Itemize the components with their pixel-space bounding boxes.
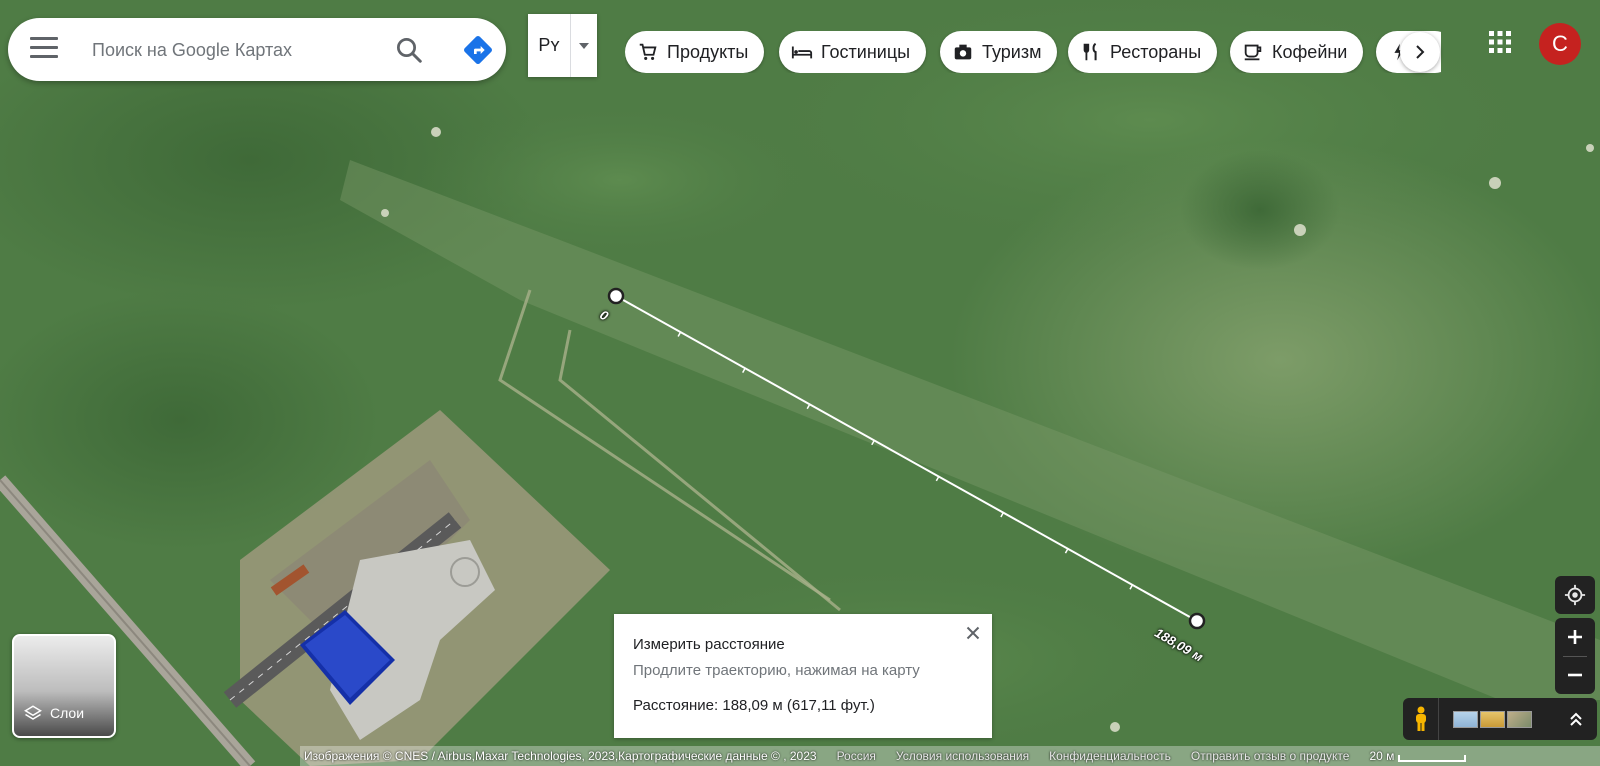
rock-spot (381, 209, 389, 217)
measure-hint: Продлите траекторию, нажимая на карту (633, 662, 920, 679)
pegman-button[interactable] (1403, 698, 1439, 740)
input-tool-button[interactable]: Рʏ (528, 14, 597, 77)
my-location-button[interactable] (1555, 576, 1595, 614)
cart-icon (639, 43, 657, 60)
imagery-strip (1403, 698, 1597, 740)
footer-link-feedback[interactable]: Отправить отзыв о продукте (1191, 749, 1350, 763)
close-icon[interactable] (962, 622, 984, 644)
measure-end-point[interactable] (1188, 612, 1206, 630)
rock-spot (1586, 144, 1594, 152)
coffee-cup-icon (1244, 44, 1262, 61)
chevron-right-icon (1416, 45, 1425, 59)
chip-label: Продукты (667, 41, 749, 62)
imagery-attribution: Изображения © CNES / Airbus,Maxar Techno… (304, 749, 817, 763)
footer-link-region[interactable]: Россия (837, 749, 876, 763)
layers-label-row: Слои (24, 704, 84, 722)
layers-button[interactable]: Слои (12, 634, 116, 738)
search-input[interactable] (92, 28, 382, 72)
plus-icon (1568, 630, 1582, 644)
search-icon[interactable] (394, 35, 424, 65)
chip-restaurants[interactable]: Рестораны (1068, 31, 1218, 73)
minus-icon (1568, 673, 1582, 677)
layers-label: Слои (50, 705, 85, 721)
directions-icon[interactable] (462, 34, 494, 66)
zoom-out-button[interactable] (1555, 656, 1595, 694)
menu-icon[interactable] (30, 37, 58, 63)
cutlery-icon (1083, 42, 1097, 61)
chip-label: Туризм (982, 41, 1042, 62)
footer-link-terms[interactable]: Условия использования (896, 749, 1029, 763)
my-location-icon (1564, 584, 1586, 606)
category-chips: Продукты Гостиницы Туризм Рестораны Кофе… (625, 31, 1441, 73)
tree-cluster (1180, 150, 1340, 270)
expand-up-icon[interactable] (1569, 711, 1583, 727)
bed-icon (791, 46, 813, 59)
imagery-thumb-3[interactable] (1507, 710, 1532, 728)
pegman-icon (1415, 706, 1426, 731)
chip-tourism[interactable]: Туризм (940, 31, 1058, 73)
chip-label: Рестораны (1110, 41, 1202, 62)
measure-distance-panel: Измерить расстояние Продлите траекторию,… (614, 614, 992, 738)
map-footer: Изображения © CNES / Airbus,Maxar Techno… (300, 746, 1600, 766)
zoom-controls (1555, 618, 1595, 694)
scale-bar (1398, 754, 1467, 762)
search-box (8, 18, 506, 81)
chip-hotels[interactable]: Гостиницы (779, 31, 927, 73)
imagery-thumb-1[interactable] (1453, 710, 1478, 728)
footer-link-privacy[interactable]: Конфиденциальность (1049, 749, 1171, 763)
chip-label: Кофейни (1272, 41, 1348, 62)
measure-distance-value: Расстояние: 188,09 м (617,11 фут.) (633, 697, 875, 714)
chip-cafes[interactable]: Кофейни (1230, 31, 1364, 73)
input-tool-language[interactable]: Рʏ (528, 14, 571, 77)
imagery-thumb-2[interactable] (1480, 710, 1505, 728)
rock-spot (1489, 177, 1501, 189)
scale-label[interactable]: 20 м (1369, 749, 1394, 763)
rock-spot (1110, 722, 1120, 732)
chevron-down-icon[interactable] (571, 14, 597, 77)
account-avatar[interactable]: C (1539, 23, 1581, 65)
measure-start-point[interactable] (607, 287, 625, 305)
chip-groceries[interactable]: Продукты (625, 31, 765, 73)
imagery-thumbnails (1451, 710, 1532, 728)
apps-grid-icon[interactable] (1488, 30, 1512, 54)
camera-icon (954, 44, 972, 60)
chips-next-button[interactable] (1400, 32, 1440, 72)
rock-spot (1294, 224, 1306, 236)
zoom-in-button[interactable] (1555, 618, 1595, 656)
layers-icon (24, 705, 42, 720)
rock-spot (431, 127, 441, 137)
measure-title: Измерить расстояние (633, 636, 785, 653)
chip-label: Гостиницы (821, 41, 911, 62)
